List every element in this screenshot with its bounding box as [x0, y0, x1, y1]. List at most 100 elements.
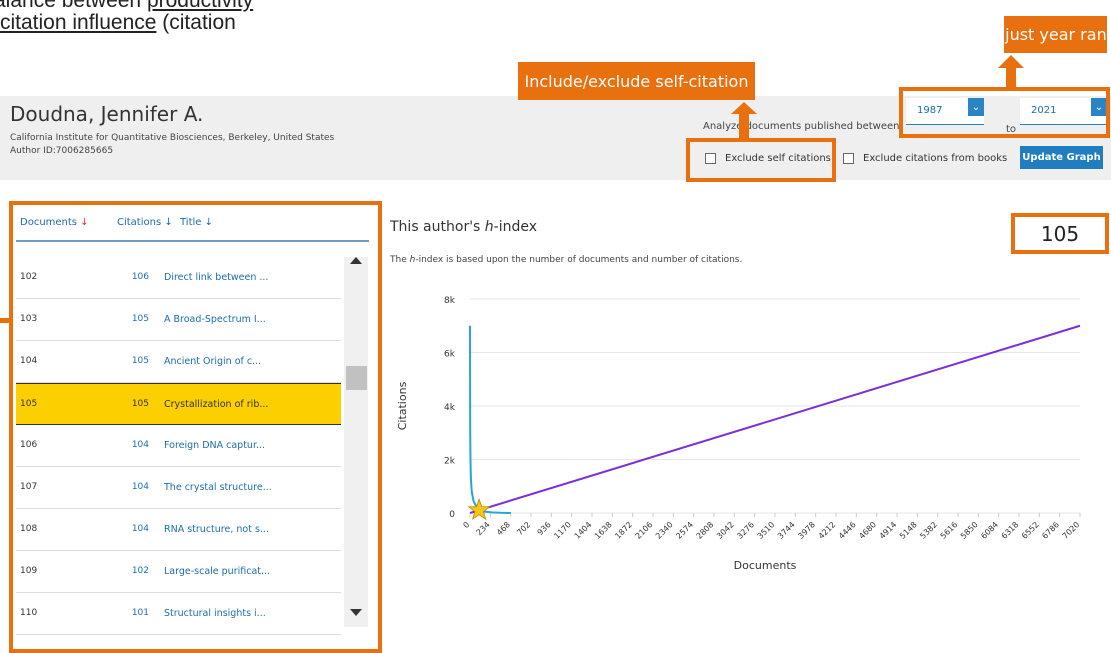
- x-tick-label: 3276: [735, 520, 756, 541]
- table-row[interactable]: 110 101 Structural insights i...: [16, 593, 341, 635]
- year-range-arrow-icon: [998, 55, 1024, 89]
- x-tick-label: 2808: [695, 520, 716, 541]
- row-document-number: 107: [20, 482, 38, 492]
- x-tick-label: 6786: [1040, 520, 1061, 541]
- self-citation-arrow-icon: [731, 102, 757, 138]
- x-tick-label: 0: [461, 520, 471, 530]
- self-citation-highlight: [686, 138, 836, 182]
- h-index-title: This author's h-index: [390, 219, 537, 235]
- row-title-link[interactable]: Ancient Origin of c...: [164, 356, 261, 367]
- y-tick-label: 0: [449, 510, 455, 520]
- row-document-number: 105: [20, 399, 38, 409]
- x-tick-label: 6084: [979, 520, 1000, 541]
- sort-down-icon: ↓: [80, 217, 89, 228]
- row-document-number: 103: [20, 314, 38, 324]
- exclude-books-checkbox[interactable]: [843, 153, 854, 164]
- row-document-number: 104: [20, 356, 38, 366]
- table-row[interactable]: 108 104 RNA structure, not s...: [16, 509, 341, 551]
- row-title-link[interactable]: Crystallization of rib...: [164, 399, 268, 410]
- h-index-diagonal-line: [469, 324, 1081, 514]
- x-tick-label: 7020: [1061, 520, 1082, 541]
- row-citation-count: 104: [131, 440, 149, 450]
- row-title-link[interactable]: Large-scale purificat...: [164, 566, 270, 577]
- row-title-link[interactable]: Foreign DNA captur...: [164, 440, 265, 451]
- table-row[interactable]: 106 104 Foreign DNA captur...: [16, 425, 341, 467]
- h-index-title-suffix: -index: [493, 219, 538, 235]
- x-tick-label: 6318: [1000, 520, 1021, 541]
- x-tick-label: 1170: [552, 520, 573, 541]
- row-document-number: 109: [20, 566, 38, 576]
- row-document-number: 108: [20, 524, 38, 534]
- y-tick-label: 4k: [444, 403, 456, 413]
- x-axis-label: Documents: [734, 559, 797, 572]
- row-document-number: 106: [20, 440, 38, 450]
- scroll-up-icon[interactable]: [350, 257, 362, 264]
- h-index-chart: 0 2k 4k 6k 8k 0 234 468 702 936 1170 1404 1638 1872 21…: [396, 296, 1082, 572]
- row-citation-count: 104: [131, 482, 149, 492]
- x-tick-label: 6552: [1020, 520, 1041, 541]
- author-affiliation: California Institute for Quantitative Bi…: [10, 133, 335, 143]
- row-title-link[interactable]: The crystal structure...: [164, 482, 272, 493]
- row-document-number: 110: [20, 608, 38, 618]
- sort-down-icon: ↓: [164, 217, 173, 228]
- y-tick-label: 6k: [444, 350, 456, 360]
- h-index-star-icon: [467, 498, 491, 521]
- table-row[interactable]: 107 104 The crystal structure...: [16, 467, 341, 509]
- table-row[interactable]: 104 105 Ancient Origin of c...: [16, 341, 341, 383]
- h-index-description: The h-index is based upon the number of …: [390, 255, 742, 265]
- table-scrollbar[interactable]: [344, 257, 368, 627]
- x-tick-label: 2340: [654, 520, 675, 541]
- x-tick-label: 4446: [837, 520, 858, 541]
- h-index-desc-prefix: The: [390, 255, 410, 265]
- x-tick-label: 4680: [857, 520, 878, 541]
- documents-sort-header[interactable]: Documents ↓: [20, 217, 89, 228]
- row-citation-count: 105: [131, 314, 149, 324]
- x-tick-label: 4914: [878, 520, 899, 541]
- self-citation-callout: Include/exclude self-citation: [518, 62, 755, 100]
- citations-header-label: Citations: [117, 217, 162, 228]
- title-sort-header[interactable]: Title ↓: [180, 217, 213, 228]
- author-name: Doudna, Jennifer A.: [10, 102, 204, 126]
- update-graph-button[interactable]: Update Graph: [1020, 146, 1103, 169]
- table-row[interactable]: 102 106 Direct link between ...: [16, 257, 341, 299]
- row-citation-count: 106: [131, 272, 149, 282]
- author-id: Author ID:7006285665: [10, 146, 114, 156]
- citations-sort-header[interactable]: Citations ↓: [117, 217, 173, 228]
- slide-line-2: citation influence (citation: [0, 10, 236, 35]
- row-title-link[interactable]: Structural insights i...: [164, 608, 266, 619]
- x-tick-label: 1638: [593, 520, 614, 541]
- x-tick-label: 234: [475, 520, 492, 537]
- x-tick-label: 702: [515, 520, 532, 537]
- table-row[interactable]: 109 102 Large-scale purificat...: [16, 551, 341, 593]
- row-citation-count: 101: [131, 608, 149, 618]
- x-tick-label: 468: [495, 520, 512, 537]
- row-citation-count: 102: [131, 566, 149, 576]
- citations-curve: [469, 325, 511, 514]
- documents-header-label: Documents: [20, 217, 78, 228]
- slide-line-2-suffix: (citation: [156, 11, 236, 34]
- year-range-highlight: [899, 87, 1110, 138]
- x-tick-label: 3510: [756, 520, 777, 541]
- x-tick-label: 1872: [613, 520, 634, 541]
- x-tick-label: 5148: [898, 520, 919, 541]
- x-tick-label: 2574: [674, 520, 695, 541]
- title-header-label: Title: [180, 217, 202, 228]
- citation-influence-link: citation influence: [0, 11, 157, 34]
- h-index-desc-suffix: -index is based upon the number of docum…: [415, 255, 743, 265]
- x-tick-label: 4212: [817, 520, 838, 541]
- y-tick-label: 2k: [444, 457, 456, 467]
- row-title-link[interactable]: A Broad-Spectrum I...: [164, 314, 266, 325]
- h-index-title-h: h: [484, 219, 494, 235]
- year-range-callout: Adjust year range: [984, 16, 1111, 53]
- x-tick-label: 3042: [715, 520, 736, 541]
- row-citation-count: 105: [131, 399, 149, 409]
- table-row[interactable]: 103 105 A Broad-Spectrum I...: [16, 299, 341, 341]
- row-title-link[interactable]: RNA structure, not s...: [164, 524, 269, 535]
- row-title-link[interactable]: Direct link between ...: [164, 272, 268, 283]
- row-citation-count: 105: [131, 356, 149, 366]
- scroll-down-icon[interactable]: [350, 609, 362, 616]
- x-tick-label: 5616: [939, 520, 960, 541]
- x-tick-label: 5382: [918, 520, 939, 541]
- table-row[interactable]: 105 105 Crystallization of rib...: [16, 383, 341, 425]
- scrollbar-thumb[interactable]: [346, 366, 367, 390]
